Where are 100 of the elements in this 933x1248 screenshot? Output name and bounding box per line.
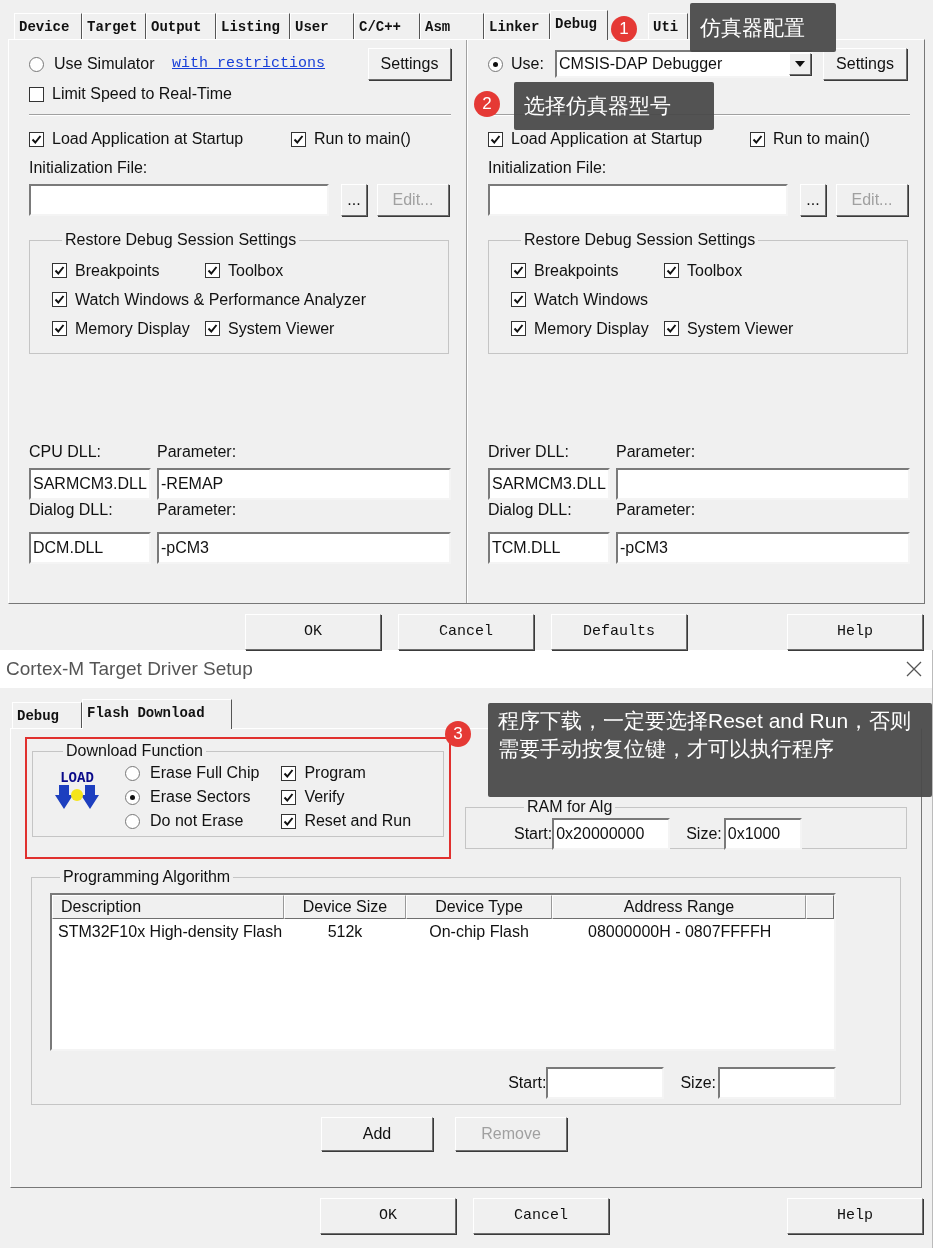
debugger-select[interactable]: CMSIS-DAP Debugger [555,50,813,78]
tab[interactable]: User [290,13,354,39]
checkbox[interactable] [511,321,526,336]
settings-button[interactable]: Settings [368,48,451,80]
annotation-callout: 程序下载，一定要选择Reset and Run，否则需要手动按复位键，才可以执行程序 [488,703,932,797]
column-header[interactable]: Device Type [406,895,552,919]
checkbox-label: Breakpoints [534,260,619,281]
checkbox-label: Memory Display [534,318,649,339]
dialog-button[interactable]: Help [787,1198,923,1234]
tab[interactable]: Listing [216,13,290,39]
dialog-button[interactable]: OK [245,614,381,650]
dll-field[interactable]: DCM.DLL [29,532,151,564]
tab[interactable]: Target [82,13,146,39]
checkbox[interactable] [29,131,44,147]
field-label: Parameter: [157,500,237,520]
tab[interactable]: Linker [484,13,550,39]
dropdown-arrow-icon [795,61,805,67]
dialog-button[interactable]: Defaults [551,614,687,650]
checkbox-label: System Viewer [228,318,335,339]
size-field[interactable] [718,1067,836,1099]
checkbox-label: Load Application at Startup [511,129,703,149]
checkbox[interactable] [291,131,306,147]
checkbox[interactable] [281,765,297,781]
add-button[interactable]: Add [321,1117,433,1151]
checkbox[interactable] [281,789,297,805]
radio-button[interactable] [125,789,140,805]
group-title: RAM for Alg [526,798,613,815]
dll-field[interactable]: TCM.DLL [488,532,610,564]
field-label: CPU DLL: [29,442,103,462]
dialog-button[interactable]: OK [320,1198,456,1234]
tab[interactable]: Output [146,13,216,39]
tab[interactable]: Flash Download [82,699,232,729]
parameter-field[interactable] [616,468,910,500]
radio-button[interactable] [125,765,140,781]
field-label: Size: [686,823,722,844]
column-header[interactable]: Description [52,895,284,919]
checkbox[interactable] [52,263,67,278]
checkbox-label: Breakpoints [75,260,160,281]
tab[interactable]: Debug [12,702,82,728]
group-title: Download Function [66,742,203,759]
column-header[interactable]: Address Range [552,895,806,919]
close-icon[interactable] [906,661,922,677]
checkbox-label: Reset and Run [304,811,412,831]
field-label: Dialog DLL: [29,500,114,520]
dll-field[interactable]: SARMCM3.DLL [488,468,610,500]
checkbox[interactable] [205,321,220,336]
radio-label: Do not Erase [150,811,244,831]
checkbox-label: Toolbox [687,260,743,281]
init-file-field[interactable] [29,184,329,216]
checkbox[interactable] [664,263,679,278]
radio-button[interactable] [488,56,503,72]
checkbox[interactable] [511,263,526,278]
field-label: Dialog DLL: [488,500,573,520]
checkbox-label: Verify [304,787,345,807]
parameter-field[interactable]: -pCM3 [157,532,451,564]
load-icon-label: LOAD [60,771,94,785]
checkbox-label: Limit Speed to Real-Time [52,84,232,104]
browse-button[interactable]: ... [800,184,826,216]
checkbox[interactable] [511,292,526,307]
checkbox[interactable] [488,131,503,147]
field-label: Size: [680,1073,716,1093]
checkbox[interactable] [52,292,67,307]
checkbox[interactable] [281,813,297,829]
field-label: Parameter: [157,442,237,462]
download-arrows-icon [55,785,99,811]
parameter-field[interactable]: -pCM3 [616,532,910,564]
checkbox[interactable] [29,86,44,102]
checkbox-label: Run to main() [773,129,870,149]
start-field[interactable]: 0x20000000 [552,817,671,850]
start-field[interactable] [546,1067,665,1099]
restrictions-link[interactable]: with restrictions [172,52,368,76]
checkbox[interactable] [205,263,220,278]
tab[interactable]: Debug [550,10,608,40]
table-cell-text: STM32F10x High-density Flash [57,922,284,942]
tab[interactable]: Uti [648,13,688,39]
radio-button[interactable] [29,56,44,72]
parameter-field[interactable]: -REMAP [157,468,451,500]
checkbox[interactable] [664,321,679,336]
checkbox-label: Watch Windows [534,289,649,310]
browse-button[interactable]: ... [341,184,367,216]
dialog-button[interactable]: Help [787,614,923,650]
window-title: Cortex-M Target Driver Setup [6,656,253,681]
group-title: Restore Debug Session Settings [65,231,297,248]
dialog-button[interactable]: Cancel [473,1198,609,1234]
dialog-button[interactable]: Cancel [398,614,534,650]
radio-label: Erase Full Chip [150,763,260,783]
init-file-field[interactable] [488,184,788,216]
dll-field[interactable]: SARMCM3.DLL [29,468,151,500]
column-header[interactable]: Device Size [284,895,406,919]
tab[interactable]: Device [14,13,82,39]
checkbox[interactable] [750,131,765,147]
size-field[interactable]: 0x1000 [723,817,802,850]
checkbox[interactable] [52,321,67,336]
tab[interactable]: Asm [420,13,484,39]
annotation-callout: 选择仿真器型号 [514,82,714,130]
checkbox-label: Memory Display [75,318,190,339]
field-label: Initialization File: [29,158,149,178]
settings-button[interactable]: Settings [823,48,907,80]
tab[interactable]: C/C++ [354,13,420,39]
radio-button[interactable] [125,813,140,829]
